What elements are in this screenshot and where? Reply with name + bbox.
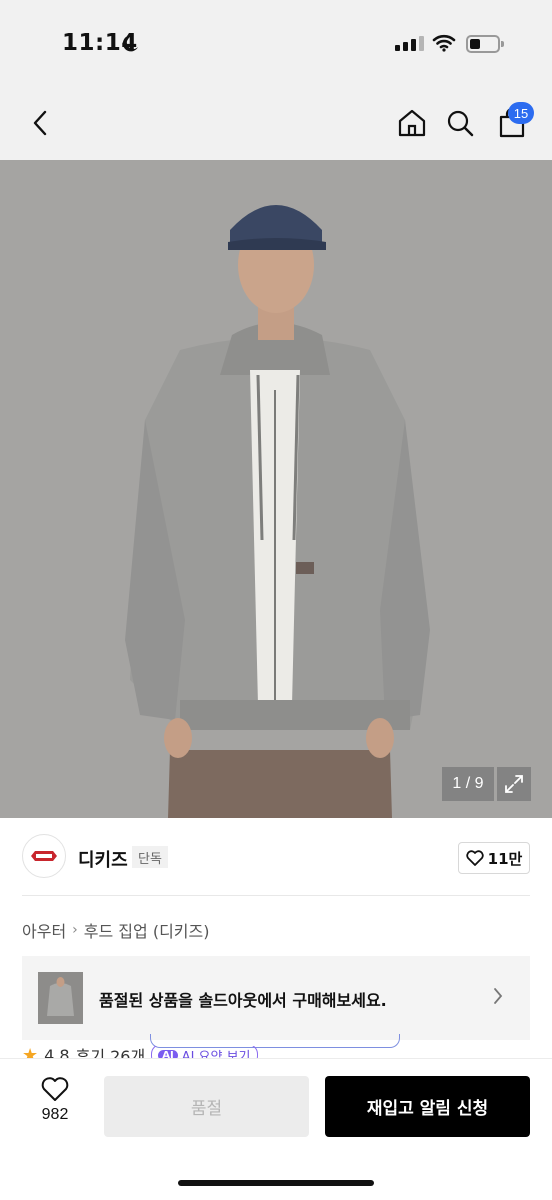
- brand-row: 디키즈 단독 11만: [0, 818, 552, 896]
- breadcrumb: 아우터 › 후드 집업 (디키즈): [22, 918, 209, 942]
- divider: [22, 895, 530, 896]
- soldout-button[interactable]: 품절: [104, 1076, 309, 1137]
- home-icon: [398, 109, 426, 137]
- brand-like-count: 11만: [487, 849, 523, 868]
- search-icon: [447, 110, 474, 137]
- chevron-right-icon: ›: [72, 922, 78, 938]
- breadcrumb-subcategory[interactable]: 후드 집업 (디키즈): [84, 918, 210, 942]
- brand-like-button[interactable]: 11만: [458, 842, 530, 874]
- cart-count-badge: 15: [508, 102, 534, 124]
- moon-icon: [122, 34, 140, 56]
- top-nav-bar: [0, 86, 552, 160]
- breadcrumb-category[interactable]: 아우터: [22, 918, 66, 942]
- search-button[interactable]: [440, 86, 480, 160]
- heart-icon: [466, 850, 484, 866]
- wishlist-button[interactable]: 982: [30, 1076, 80, 1136]
- status-bar: 11:14: [0, 0, 552, 86]
- chevron-right-icon: [492, 986, 504, 1010]
- home-button[interactable]: [392, 86, 432, 160]
- expand-icon: [505, 775, 523, 793]
- heart-icon: [41, 1077, 69, 1101]
- image-counter: 1 / 9: [442, 767, 494, 801]
- wishlist-count: 982: [41, 1106, 69, 1123]
- dickies-logo-icon: [31, 851, 57, 861]
- soldout-banner[interactable]: 품절된 상품을 솔드아웃에서 구매해보세요.: [22, 956, 530, 1040]
- back-button[interactable]: [20, 86, 60, 160]
- wifi-icon: [432, 34, 456, 56]
- exclusive-badge: 단독: [132, 846, 168, 868]
- expand-image-button[interactable]: [497, 767, 531, 801]
- brand-logo[interactable]: [22, 834, 66, 878]
- product-image[interactable]: [0, 160, 552, 818]
- home-indicator: [178, 1180, 374, 1186]
- banner-thumbnail: [38, 972, 83, 1024]
- banner-text: 품절된 상품을 솔드아웃에서 구매해보세요.: [99, 991, 387, 1010]
- battery-icon: [466, 35, 504, 53]
- brand-name[interactable]: 디키즈: [78, 846, 128, 872]
- back-arrow-icon: [33, 110, 47, 136]
- cellular-signal-icon: [395, 36, 424, 51]
- restock-alert-button[interactable]: 재입고 알림 신청: [325, 1076, 530, 1137]
- product-photo: [0, 160, 552, 818]
